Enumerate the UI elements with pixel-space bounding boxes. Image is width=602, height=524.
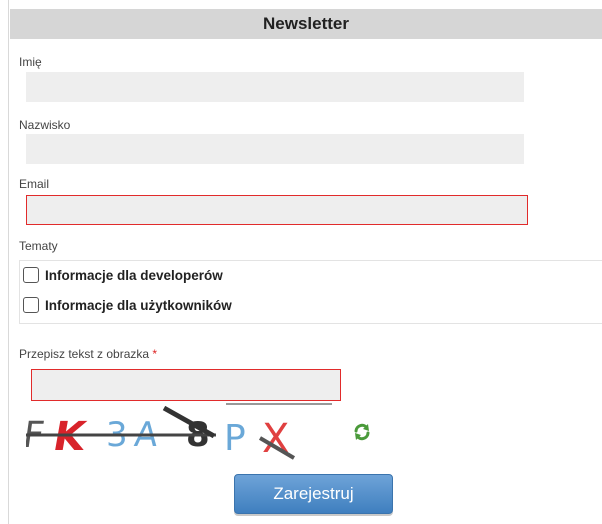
captcha-input[interactable] — [31, 369, 341, 401]
captcha-char: P — [224, 418, 246, 459]
first-name-label: Imię — [19, 55, 42, 69]
topics-label: Tematy — [19, 239, 58, 253]
topic-label: Informacje dla developerów — [45, 267, 223, 283]
first-name-input[interactable] — [26, 72, 524, 102]
last-name-input[interactable] — [26, 134, 524, 164]
captcha-label: Przepisz tekst z obrazka * — [19, 347, 157, 361]
captcha-char: K — [50, 413, 91, 460]
email-label: Email — [19, 177, 50, 191]
email-input[interactable] — [26, 195, 528, 225]
refresh-icon[interactable] — [352, 422, 372, 442]
form-title: Newsletter — [263, 14, 349, 33]
required-marker: * — [152, 347, 158, 361]
register-button[interactable]: Zarejestruj — [234, 474, 393, 514]
topics-group: Informacje dla developerów Informacje dl… — [19, 260, 602, 324]
register-button-label: Zarejestruj — [273, 484, 354, 503]
last-name-label: Nazwisko — [19, 118, 71, 132]
checkbox[interactable] — [23, 267, 39, 283]
topic-option-users[interactable]: Informacje dla użytkowników — [23, 297, 232, 313]
form-header: Newsletter — [10, 9, 602, 39]
checkbox[interactable] — [23, 297, 39, 313]
captcha-image: F K 3 A 8 P X — [26, 403, 332, 462]
captcha-label-text: Przepisz tekst z obrazka — [19, 347, 150, 361]
topic-option-developers[interactable]: Informacje dla developerów — [23, 267, 223, 283]
topic-label: Informacje dla użytkowników — [45, 297, 232, 313]
